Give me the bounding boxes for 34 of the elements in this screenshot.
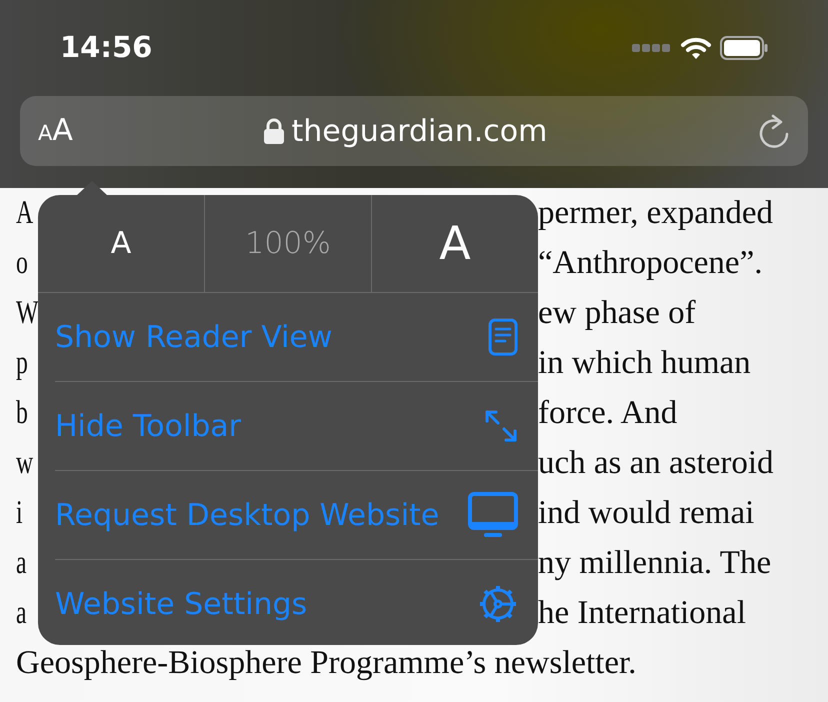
article-text: he International xyxy=(538,594,746,633)
battery-icon xyxy=(720,36,768,60)
article-text: in which human xyxy=(538,344,751,383)
article-text: ew phase of xyxy=(538,294,696,333)
article-text: a xyxy=(16,594,27,633)
signal-icon xyxy=(632,43,672,53)
article-text: force. And xyxy=(538,394,678,433)
settings-icon xyxy=(478,584,518,624)
lock-icon xyxy=(264,118,284,144)
article-text: ind would remai xyxy=(538,494,754,533)
text-size-button[interactable]: AA xyxy=(38,116,73,146)
decrease-text-button[interactable]: A xyxy=(38,195,204,292)
article-text: o xyxy=(16,244,28,283)
article-text: a xyxy=(16,544,27,583)
article-text: “Anthropocene”. xyxy=(538,244,762,283)
article-text: uch as an asteroid xyxy=(538,444,774,483)
monitor-icon xyxy=(468,492,518,538)
article-text: b xyxy=(16,394,28,433)
article-text: W xyxy=(16,294,38,333)
article-text: ny millennia. The xyxy=(538,544,772,583)
document-icon xyxy=(488,318,518,356)
zoom-level: 100% xyxy=(204,195,371,292)
article-text: i xyxy=(16,494,23,533)
article-text: p xyxy=(16,344,28,383)
expand-arrows-icon xyxy=(484,409,518,443)
address-bar[interactable]: AA theguardian.com xyxy=(20,96,808,166)
article-text: w xyxy=(16,444,34,483)
article-text: permer, expanded xyxy=(538,194,774,233)
url-text: theguardian.com xyxy=(292,112,548,150)
increase-text-button[interactable]: A xyxy=(371,195,538,292)
article-text: A xyxy=(16,194,34,233)
reload-icon[interactable] xyxy=(758,114,790,148)
wifi-icon xyxy=(680,36,712,60)
status-time: 14:56 xyxy=(60,29,152,66)
